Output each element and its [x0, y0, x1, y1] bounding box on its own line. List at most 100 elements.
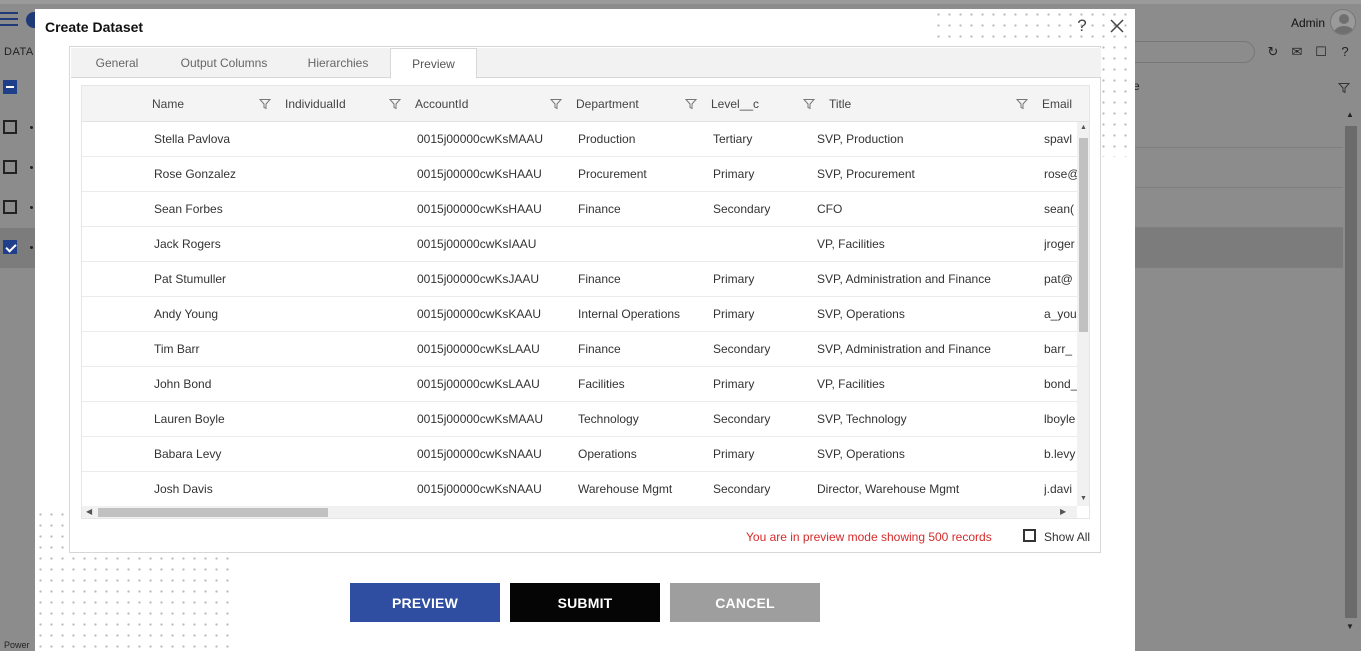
cell-title: SVP, Administration and Finance: [817, 272, 991, 286]
filter-icon[interactable]: [803, 98, 815, 110]
filter-icon[interactable]: [259, 98, 271, 110]
cell-email: rose@: [1044, 167, 1077, 181]
horizontal-scroll-thumb[interactable]: [98, 508, 328, 517]
cell-email: lboyle: [1044, 412, 1076, 426]
comment-icon[interactable]: ✉: [1289, 44, 1305, 60]
background-scroll-thumb[interactable]: [1345, 126, 1357, 618]
tab-bar: General Output Columns Hierarchies Previ…: [71, 48, 1101, 79]
create-dataset-dialog: Create Dataset ? General Output Columns …: [35, 9, 1135, 651]
column-header-email[interactable]: Email: [1042, 86, 1072, 122]
row-checkbox[interactable]: [3, 120, 17, 134]
cell-individualid: [287, 437, 412, 472]
column-header-level[interactable]: Level__c: [711, 86, 759, 122]
column-header-accountid[interactable]: AccountId: [415, 86, 468, 122]
cell-title: SVP, Administration and Finance: [817, 342, 991, 356]
user-avatar-icon[interactable]: [1330, 9, 1356, 35]
filter-icon[interactable]: [685, 98, 697, 110]
table-row[interactable]: Babara Levy 0015j00000cwKsNAAU Operations P…: [82, 437, 1077, 472]
scroll-right-arrow-icon[interactable]: ▶: [1060, 507, 1066, 516]
bookmark-icon[interactable]: ☐: [1313, 44, 1329, 60]
row-checkbox-checked[interactable]: [3, 240, 17, 254]
preview-mode-message: You are in preview mode showing 500 reco…: [746, 530, 992, 544]
preview-button[interactable]: PREVIEW: [350, 583, 500, 622]
cell-accountid: 0015j00000cwKsHAAU: [417, 167, 542, 181]
user-name[interactable]: Admin: [1291, 16, 1325, 30]
scroll-down-arrow-icon[interactable]: ▼: [1346, 622, 1354, 631]
row-checkbox[interactable]: [3, 200, 17, 214]
cell-level: Primary: [713, 447, 755, 461]
cell-email: jroger: [1044, 237, 1075, 251]
submit-button[interactable]: SUBMIT: [510, 583, 660, 622]
cell-individualid: [287, 122, 412, 157]
cell-title: CFO: [817, 202, 843, 216]
table-row[interactable]: Stella Pavlova 0015j00000cwKsMAAU Producti…: [82, 122, 1077, 157]
tab-preview[interactable]: Preview: [390, 48, 477, 79]
column-header-name[interactable]: Name: [152, 86, 184, 122]
background-table-row: [1133, 148, 1343, 188]
tab-general[interactable]: General: [71, 48, 163, 78]
grid-vertical-scrollbar[interactable]: ▲ ▼: [1077, 122, 1089, 506]
scroll-up-arrow-icon[interactable]: ▲: [1080, 124, 1087, 131]
cell-level: Secondary: [713, 342, 771, 356]
tab-output-columns[interactable]: Output Columns: [163, 48, 285, 78]
vertical-scroll-thumb[interactable]: [1079, 138, 1088, 332]
cell-email: pat@: [1044, 272, 1073, 286]
scroll-up-arrow-icon[interactable]: ▲: [1346, 110, 1354, 119]
filter-icon[interactable]: [389, 98, 401, 110]
background-table-row: [1133, 188, 1343, 228]
table-row[interactable]: Sean Forbes 0015j00000cwKsHAAU Finance Seco…: [82, 192, 1077, 227]
cell-email: barr_: [1044, 342, 1073, 356]
help-button[interactable]: ?: [1072, 15, 1092, 37]
cell-accountid: 0015j00000cwKsKAAU: [417, 307, 542, 321]
table-row[interactable]: Jack Rogers 0015j00000cwKsIAAU VP, Facilit…: [82, 227, 1077, 262]
cell-department: Facilities: [578, 377, 625, 391]
filter-icon[interactable]: [550, 98, 562, 110]
hamburger-menu-icon[interactable]: [0, 12, 18, 28]
cell-individualid: [287, 367, 412, 402]
background-search-input[interactable]: [1133, 41, 1255, 63]
table-row[interactable]: Lauren Boyle 0015j00000cwKsMAAU Technology…: [82, 402, 1077, 437]
tab-hierarchies[interactable]: Hierarchies: [285, 48, 391, 78]
column-header-title[interactable]: Title: [829, 86, 851, 122]
cell-title: SVP, Technology: [817, 412, 907, 426]
cell-department: Operations: [578, 447, 637, 461]
column-header-department[interactable]: Department: [576, 86, 639, 122]
filter-icon[interactable]: [1016, 98, 1028, 110]
grid-body: Stella Pavlova 0015j00000cwKsMAAU Producti…: [82, 122, 1077, 506]
cell-email: j.davi: [1044, 482, 1073, 496]
row-dot-icon: [30, 166, 33, 169]
grid-horizontal-scrollbar[interactable]: ◀ ▶: [82, 506, 1077, 518]
footer-text: Power: [4, 640, 30, 650]
cell-title: SVP, Operations: [817, 447, 905, 461]
table-row[interactable]: Tim Barr 0015j00000cwKsLAAU Finance Seconda…: [82, 332, 1077, 367]
scroll-down-arrow-icon[interactable]: ▼: [1080, 495, 1087, 502]
cell-title: SVP, Operations: [817, 307, 905, 321]
select-all-checkbox[interactable]: [3, 80, 17, 94]
cell-accountid: 0015j00000cwKsHAAU: [417, 202, 542, 216]
row-dot-icon: [30, 206, 33, 209]
refresh-icon[interactable]: ↻: [1265, 44, 1281, 60]
cell-department: Production: [578, 132, 636, 146]
show-all-label[interactable]: Show All: [1044, 530, 1090, 544]
column-header-individualid[interactable]: IndividualId: [285, 86, 346, 122]
cell-level: Primary: [713, 307, 755, 321]
table-row[interactable]: Pat Stumuller 0015j00000cwKsJAAU Finance Pr…: [82, 262, 1077, 297]
background-row: [0, 108, 35, 148]
cell-name: Pat Stumuller: [154, 272, 227, 286]
cell-accountid: 0015j00000cwKsNAAU: [417, 482, 542, 496]
cancel-button[interactable]: CANCEL: [670, 583, 820, 622]
show-all-checkbox[interactable]: [1023, 529, 1036, 542]
background-filter-icon[interactable]: [1337, 82, 1351, 94]
cell-email: spavl: [1044, 132, 1073, 146]
help-icon[interactable]: ?: [1337, 44, 1353, 60]
cell-name: Jack Rogers: [154, 237, 221, 251]
table-row[interactable]: Josh Davis 0015j00000cwKsNAAU Warehouse Mg…: [82, 472, 1077, 506]
table-row[interactable]: Andy Young 0015j00000cwKsKAAU Internal Ope…: [82, 297, 1077, 332]
close-icon[interactable]: [1107, 15, 1127, 37]
table-row[interactable]: John Bond 0015j00000cwKsLAAU Facilities Pri…: [82, 367, 1077, 402]
cell-name: John Bond: [154, 377, 212, 391]
scroll-left-arrow-icon[interactable]: ◀: [86, 507, 92, 516]
row-checkbox[interactable]: [3, 160, 17, 174]
table-row[interactable]: Rose Gonzalez 0015j00000cwKsHAAU Procureme…: [82, 157, 1077, 192]
cell-name: Tim Barr: [154, 342, 200, 356]
